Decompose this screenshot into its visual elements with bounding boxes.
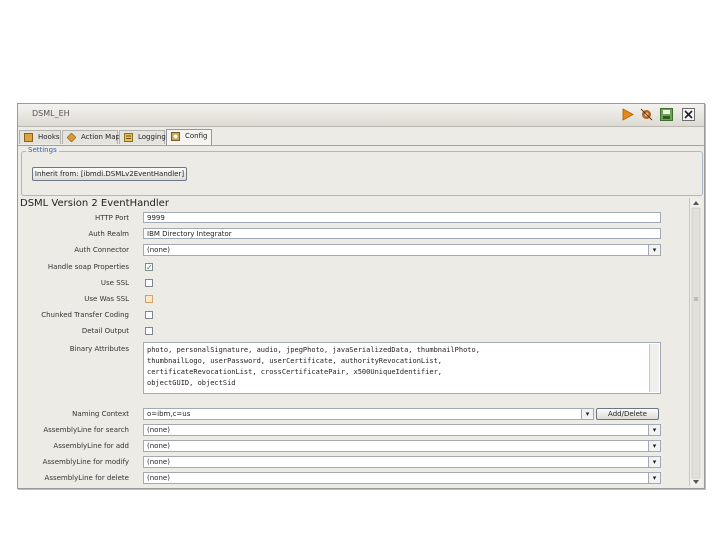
assembly-line-search-label: AssemblyLine for search [43, 426, 129, 434]
chevron-down-icon[interactable]: ▾ [648, 441, 660, 451]
add-delete-button[interactable]: Add/Delete [596, 408, 659, 420]
assembly-line-delete-label: AssemblyLine for delete [44, 474, 129, 482]
assembly-line-add-value: (none) [147, 442, 170, 450]
chunked-transfer-coding-checkbox[interactable] [145, 311, 153, 319]
http-port-field[interactable]: 9999 [143, 212, 661, 223]
chevron-down-icon[interactable]: ▾ [648, 425, 660, 435]
naming-context-label: Naming Context [72, 410, 129, 418]
tab-action-map[interactable]: Action Map [62, 130, 120, 144]
chevron-down-icon[interactable]: ▾ [581, 409, 593, 419]
handle-soap-properties-label: Handle soap Properties [47, 263, 129, 271]
assembly-line-modify-label: AssemblyLine for modify [42, 458, 129, 466]
hooks-icon [24, 133, 33, 142]
http-port-label: HTTP Port [94, 214, 129, 222]
auth-connector-select[interactable]: (none) ▾ [143, 244, 661, 256]
assembly-line-search-select[interactable]: (none) ▾ [143, 424, 661, 436]
use-was-ssl-checkbox[interactable] [145, 295, 153, 303]
binary-attributes-line: certificateRevocationList, crossCertific… [147, 368, 443, 376]
binary-attributes-textarea[interactable]: photo, personalSignature, audio, jpegPho… [143, 342, 661, 394]
use-ssl-label: Use SSL [100, 279, 129, 287]
auth-connector-label: Auth Connector [74, 246, 129, 254]
window-title: DSML_EH [32, 109, 70, 118]
chevron-down-icon[interactable]: ▾ [648, 473, 660, 483]
textarea-scrollbar[interactable] [649, 344, 659, 392]
tab-hooks[interactable]: Hooks [19, 130, 61, 144]
naming-context-value: o=ibm,c=us [147, 410, 191, 418]
use-ssl-checkbox[interactable] [145, 279, 153, 287]
assembly-line-add-select[interactable]: (none) ▾ [143, 440, 661, 452]
title-bar: DSML_EH [18, 104, 704, 127]
handle-soap-properties-checkbox[interactable]: ✓ [145, 263, 153, 272]
detail-output-label: Detail Output [81, 327, 129, 335]
assembly-line-delete-select[interactable]: (none) ▾ [143, 472, 661, 484]
run-icon[interactable] [621, 108, 634, 121]
auth-realm-field[interactable]: IBM Directory Integrator [143, 228, 661, 239]
config-icon [171, 132, 180, 141]
close-icon[interactable] [682, 108, 695, 121]
inherit-from-button[interactable]: Inherit from: [ibmdi.DSMLv2EventHandler] [32, 167, 187, 181]
assembly-line-add-label: AssemblyLine for add [53, 442, 129, 450]
detail-output-checkbox[interactable] [145, 327, 153, 335]
tab-logging[interactable]: Logging [119, 130, 166, 144]
tab-label: Config [185, 132, 208, 140]
tab-label: Hooks [38, 133, 60, 141]
tab-config[interactable]: Config [166, 129, 212, 145]
settings-label: Settings [26, 146, 59, 154]
assembly-line-search-value: (none) [147, 426, 170, 434]
tab-bar: Hooks Action Map Logging Config [18, 129, 704, 146]
assembly-line-modify-value: (none) [147, 458, 170, 466]
form-title: DSML Version 2 EventHandler [20, 198, 169, 209]
dsml-editor-window: DSML_EH Hooks Action Map Logging Config … [17, 103, 705, 489]
chunked-transfer-coding-label: Chunked Transfer Coding [41, 311, 129, 319]
chevron-down-icon[interactable]: ▾ [648, 457, 660, 467]
form-scrollbar[interactable] [689, 198, 702, 486]
binary-attributes-line: photo, personalSignature, audio, jpegPho… [147, 346, 480, 354]
naming-context-select[interactable]: o=ibm,c=us ▾ [143, 408, 594, 420]
auth-connector-value: (none) [147, 246, 170, 254]
debug-icon[interactable] [640, 108, 653, 121]
chevron-down-icon[interactable]: ▾ [648, 245, 660, 255]
logging-icon [124, 133, 133, 142]
action-map-icon [66, 132, 77, 143]
binary-attributes-label: Binary Attributes [69, 345, 129, 353]
settings-group: Settings Inherit from: [ibmdi.DSMLv2Even… [21, 146, 703, 196]
config-form: DSML Version 2 EventHandler HTTP Port 99… [18, 198, 704, 488]
use-was-ssl-label: Use Was SSL [84, 295, 129, 303]
tab-label: Logging [138, 133, 166, 141]
binary-attributes-line: thumbnailLogo, userPassword, userCertifi… [147, 357, 443, 365]
save-icon[interactable] [660, 108, 673, 121]
assembly-line-modify-select[interactable]: (none) ▾ [143, 456, 661, 468]
binary-attributes-line: objectGUID, objectSid [147, 379, 236, 387]
assembly-line-delete-value: (none) [147, 474, 170, 482]
tab-label: Action Map [81, 133, 120, 141]
auth-realm-label: Auth Realm [88, 230, 129, 238]
